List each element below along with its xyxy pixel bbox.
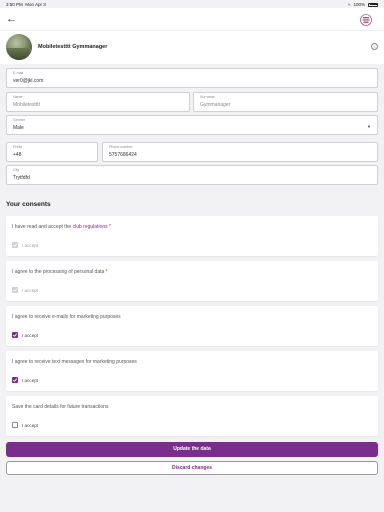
consent-text: I agree to receive e-mails for marketing… [12, 314, 121, 320]
prefix-field[interactable]: Prefix +48 [6, 142, 98, 162]
gender-label: Gender [13, 118, 25, 122]
consent-text: I have read and accept the club regulati… [12, 224, 111, 230]
profile-name: Mobiletestttt Gymmanager [38, 44, 108, 50]
consent-text: I agree to the processing of personal da… [12, 269, 108, 275]
email-value: ver0@jkl.com [13, 78, 44, 84]
name-field[interactable]: Name Mobiletestttt [6, 92, 190, 112]
discard-changes-button[interactable]: Discard changes [6, 461, 378, 475]
surname-value: Gymmanager [200, 102, 231, 108]
city-field[interactable]: City Trytfdfd [6, 165, 378, 185]
consent-card-email-marketing: I agree to receive e-mails for marketing… [6, 306, 378, 346]
phone-label: Phone number [109, 145, 133, 149]
consent-card-save-card: Save the card details for future transac… [6, 396, 378, 436]
profile-header: Mobiletestttt Gymmanager i [0, 30, 384, 64]
consent-checkbox-label[interactable]: I accept [22, 378, 38, 383]
consent-checkbox-label: I accept [22, 242, 39, 248]
status-right: ≈ 100% [348, 2, 378, 7]
caret-down-icon: ▼ [367, 124, 371, 129]
consent-checkbox[interactable] [12, 377, 18, 383]
gender-value: Male [13, 125, 24, 131]
consents-title: Your consents [6, 201, 51, 208]
battery-icon [368, 2, 378, 7]
battery-percent: 100% [353, 2, 365, 7]
avatar [6, 34, 32, 60]
prefix-value: +48 [13, 152, 22, 158]
app-logo-icon [360, 13, 372, 26]
prefix-label: Prefix [13, 145, 23, 149]
phone-value: 5757686424 [109, 152, 137, 158]
name-value: Mobiletestttt [13, 102, 40, 108]
email-field[interactable]: E-mail ver0@jkl.com [6, 68, 378, 88]
city-label: City [13, 168, 20, 172]
name-label: Name [13, 95, 23, 99]
arrow-left-icon[interactable]: ← [6, 13, 18, 25]
email-label: E-mail [13, 71, 24, 75]
consent-card-sms-marketing: I agree to receive text messages for mar… [6, 351, 378, 391]
phone-field[interactable]: Phone number 5757686424 [102, 142, 378, 162]
consent-checkbox-label[interactable]: I accept [22, 423, 38, 428]
consent-text: I agree to receive text messages for mar… [12, 359, 137, 365]
surname-label: Surname [200, 95, 215, 99]
info-icon[interactable]: i [371, 43, 378, 50]
status-time: 3:50 PM Mon Apr 3 [6, 2, 46, 7]
city-value: Trytfdfd [13, 175, 30, 181]
consent-card-personal-data: I agree to the processing of personal da… [6, 261, 378, 301]
wifi-icon: ≈ [348, 2, 351, 7]
surname-field[interactable]: Surname Gymmanager [193, 92, 378, 112]
consent-checkbox [12, 287, 18, 293]
consent-checkbox-label[interactable]: I accept [22, 333, 38, 338]
status-bar: 3:50 PM Mon Apr 3 ≈ 100% [0, 0, 384, 8]
consent-text: Save the card details for future transac… [12, 404, 109, 410]
gender-select[interactable]: Gender Male ▼ [6, 115, 378, 135]
club-regulations-link[interactable]: club regulations [73, 224, 108, 230]
consent-card-regulations: I have read and accept the club regulati… [6, 216, 378, 256]
consent-checkbox[interactable] [12, 332, 18, 338]
app-bar: ← [0, 8, 384, 30]
consent-checkbox[interactable] [12, 422, 18, 428]
consent-checkbox [12, 242, 18, 248]
consent-checkbox-label: I accept [22, 287, 39, 293]
update-data-button[interactable]: Update the data [6, 442, 378, 457]
